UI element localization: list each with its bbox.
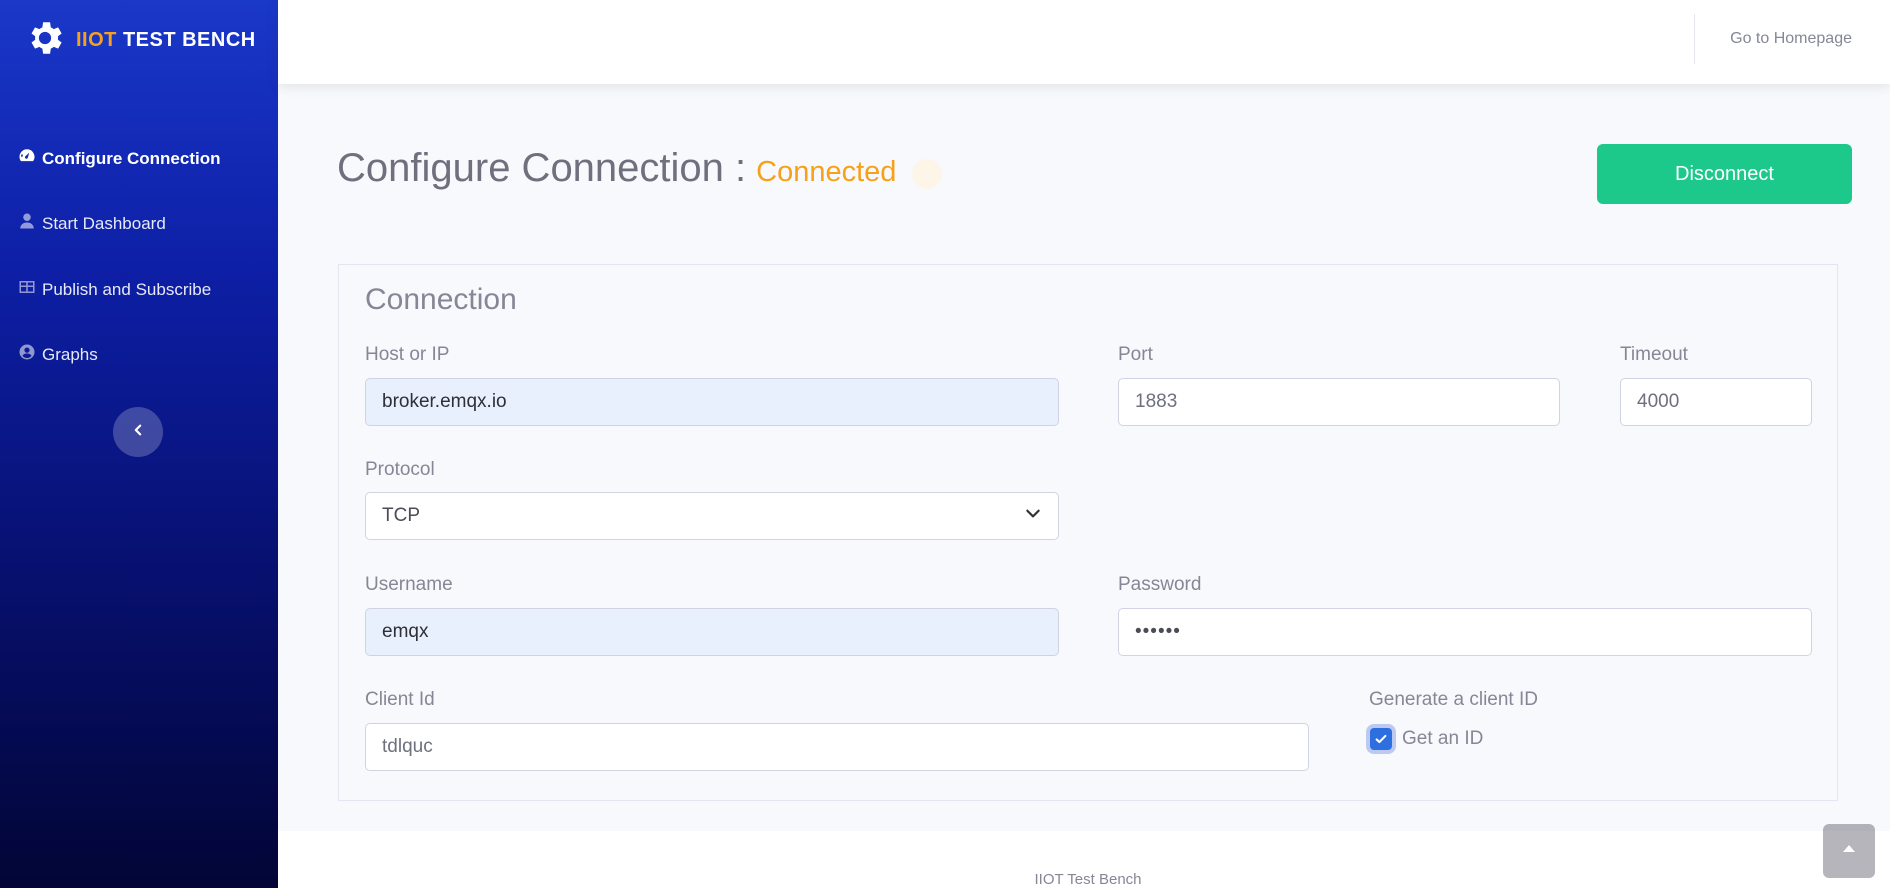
- port-label: Port: [1118, 344, 1153, 365]
- brand[interactable]: IIOT TEST BENCH: [24, 18, 256, 62]
- sidebar-item-graphs[interactable]: Graphs: [18, 343, 98, 366]
- sidebar-item-label: Start Dashboard: [42, 213, 166, 233]
- gear-icon: [24, 17, 66, 64]
- sidebar-item-configure-connection[interactable]: Configure Connection: [18, 147, 220, 170]
- page-title-text: Configure Connection :: [337, 146, 747, 190]
- get-an-id-label: Get an ID: [1402, 728, 1484, 749]
- username-input[interactable]: emqx: [365, 608, 1059, 656]
- generate-client-id-label: Generate a client ID: [1369, 689, 1538, 710]
- username-label: Username: [365, 574, 453, 595]
- page-title: Configure Connection : Connected: [337, 146, 896, 191]
- tachometer-icon: [18, 147, 42, 170]
- protocol-value: TCP: [382, 505, 420, 526]
- protocol-label: Protocol: [365, 459, 435, 480]
- client-id-input[interactable]: tdlquc: [365, 723, 1309, 771]
- chevron-down-icon: [1024, 504, 1042, 528]
- status-indicator: [912, 159, 942, 189]
- password-input[interactable]: ••••••: [1118, 608, 1812, 656]
- timeout-label: Timeout: [1620, 344, 1688, 365]
- card-title: Connection: [365, 283, 517, 316]
- sidebar-item-label: Publish and Subscribe: [42, 279, 212, 299]
- sidebar-item-label: Graphs: [42, 344, 98, 364]
- host-label: Host or IP: [365, 344, 450, 365]
- brand-name: IIOT TEST BENCH: [76, 28, 256, 51]
- get-an-id-checkbox[interactable]: [1370, 728, 1392, 750]
- connection-card: Connection Host or IP broker.emqx.io Por…: [338, 264, 1838, 801]
- get-an-id-option[interactable]: Get an ID: [1370, 728, 1483, 750]
- sidebar-item-label: Configure Connection: [42, 148, 221, 168]
- disconnect-button[interactable]: Disconnect: [1597, 144, 1852, 204]
- connection-status: Connected: [756, 156, 897, 188]
- user-icon: [18, 212, 42, 235]
- footer: IIOT Test Bench: [278, 831, 1890, 888]
- sidebar-toggle-button[interactable]: [113, 407, 163, 457]
- password-label: Password: [1118, 574, 1202, 595]
- footer-text: IIOT Test Bench: [1034, 871, 1142, 888]
- chevron-left-icon: [131, 423, 145, 442]
- scroll-to-top-button[interactable]: [1823, 824, 1875, 878]
- topbar-divider: [1694, 14, 1695, 64]
- sidebar: IIOT TEST BENCH Configure Connection Sta…: [0, 0, 278, 888]
- topbar: Go to Homepage: [278, 0, 1890, 84]
- client-id-label: Client Id: [365, 689, 435, 710]
- sidebar-item-start-dashboard[interactable]: Start Dashboard: [18, 212, 166, 235]
- protocol-select[interactable]: TCP: [365, 492, 1059, 540]
- go-to-homepage-link[interactable]: Go to Homepage: [1730, 30, 1852, 48]
- timeout-input[interactable]: 4000: [1620, 378, 1812, 426]
- chevron-up-icon: [1841, 841, 1857, 862]
- sidebar-item-publish-subscribe[interactable]: Publish and Subscribe: [18, 278, 211, 301]
- host-input[interactable]: broker.emqx.io: [365, 378, 1059, 426]
- port-input[interactable]: 1883: [1118, 378, 1560, 426]
- table-icon: [18, 278, 42, 301]
- user-circle-icon: [18, 343, 42, 366]
